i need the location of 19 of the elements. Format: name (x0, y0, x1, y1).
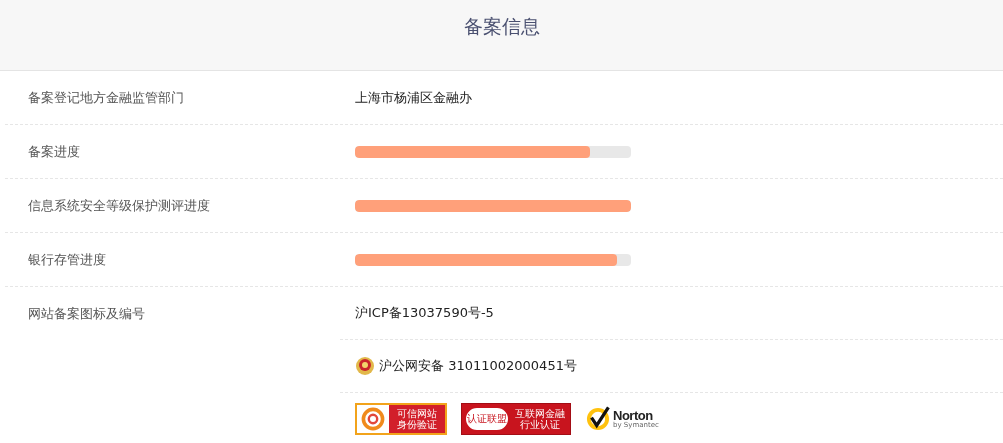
trusted-site-badge[interactable]: 可信网站 身份验证 (355, 403, 447, 435)
row-value: 上海市杨浦区金融办 (355, 88, 472, 107)
seal-text: 认证联盟 (467, 412, 507, 426)
badge-text: 可信网站 (397, 408, 437, 419)
row-label: 银行存管进度 (27, 251, 107, 269)
emblem-icon (355, 356, 375, 376)
row-label: 备案登记地方金融监管部门 (27, 89, 185, 107)
row-label: 备案进度 (27, 143, 81, 161)
row-label: 网站备案图标及编号 (27, 305, 146, 323)
badge-subtext: 行业认证 (520, 419, 560, 430)
checkmark-icon (585, 406, 611, 432)
badge-text: 互联网金融 (515, 408, 565, 419)
badge-subtext: 身份验证 (397, 419, 437, 430)
row-label: 信息系统安全等级保护测评进度 (27, 197, 211, 215)
record-number: 沪ICP备13037590号-5 (355, 304, 494, 322)
norton-text: Norton (613, 409, 653, 422)
record-number: 沪公网安备 31011002000451号 (379, 357, 577, 375)
ring-icon (361, 407, 385, 431)
page-title: 备案信息 (463, 14, 540, 39)
